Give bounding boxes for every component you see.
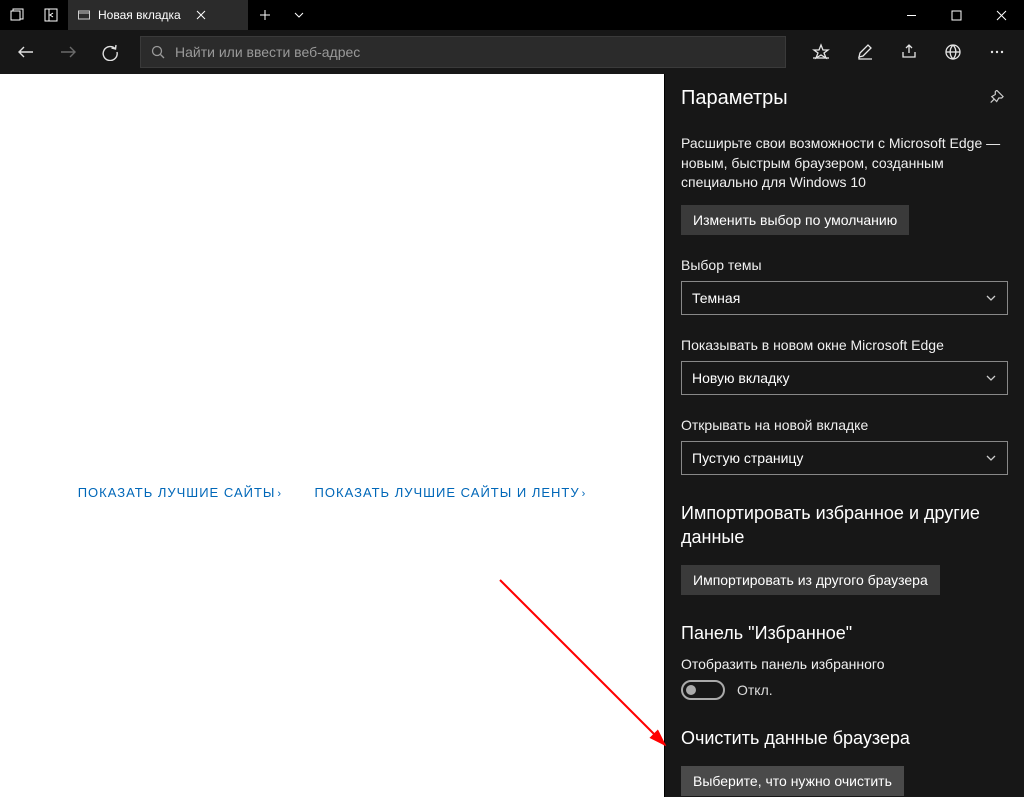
chevron-right-icon: › — [277, 488, 282, 500]
open-with-label: Показывать в новом окне Microsoft Edge — [681, 337, 1008, 353]
toggle-knob — [686, 685, 696, 695]
forward-button[interactable] — [48, 32, 88, 72]
promo-text: Расширьте свои возможности с Microsoft E… — [681, 134, 1008, 193]
refresh-button[interactable] — [90, 32, 130, 72]
favorites-button[interactable] — [800, 32, 842, 72]
new-tab-label: Открывать на новой вкладке — [681, 417, 1008, 433]
tab-close-button[interactable] — [187, 1, 215, 29]
toolbar: Найти или ввести веб-адрес — [0, 30, 1024, 74]
address-bar-placeholder: Найти или ввести веб-адрес — [175, 44, 360, 60]
back-button[interactable] — [6, 32, 46, 72]
browser-tab[interactable]: Новая вкладка — [68, 0, 248, 30]
change-default-browser-button[interactable]: Изменить выбор по умолчанию — [681, 205, 909, 235]
favorites-toggle-label: Отобразить панель избранного — [681, 656, 1008, 672]
address-bar[interactable]: Найти или ввести веб-адрес — [140, 36, 786, 68]
settings-panel: Параметры Расширьте свои возможности с M… — [664, 74, 1024, 797]
panel-title: Параметры — [681, 87, 788, 110]
show-top-sites-link[interactable]: ПОКАЗАТЬ ЛУЧШИЕ САЙТЫ› — [78, 485, 282, 500]
theme-dropdown[interactable]: Темная — [681, 281, 1008, 315]
toggle-state-text: Откл. — [737, 682, 773, 698]
search-icon — [151, 45, 165, 59]
share-button[interactable] — [888, 32, 930, 72]
tabs-overview-button[interactable] — [0, 0, 34, 30]
import-heading: Импортировать избранное и другие данные — [681, 501, 1008, 550]
titlebar: Новая вкладка — [0, 0, 1024, 30]
theme-label: Выбор темы — [681, 257, 1008, 273]
chevron-down-icon — [985, 452, 997, 464]
chevron-down-icon — [985, 292, 997, 304]
new-tab-dropdown[interactable]: Пустую страницу — [681, 441, 1008, 475]
chevron-right-icon: › — [582, 488, 587, 500]
more-button[interactable] — [976, 32, 1018, 72]
new-tab-dropdown-value: Пустую страницу — [692, 450, 803, 466]
notes-button[interactable] — [844, 32, 886, 72]
theme-dropdown-value: Темная — [692, 290, 740, 306]
import-from-browser-button[interactable]: Импортировать из другого браузера — [681, 565, 940, 595]
clear-data-heading: Очистить данные браузера — [681, 726, 1008, 750]
open-with-dropdown[interactable]: Новую вкладку — [681, 361, 1008, 395]
show-top-sites-feed-link[interactable]: ПОКАЗАТЬ ЛУЧШИЕ САЙТЫ И ЛЕНТУ› — [315, 485, 587, 500]
favorites-heading: Панель "Избранное" — [681, 621, 1008, 645]
new-tab-dropdown-button[interactable] — [282, 0, 316, 30]
chevron-down-icon — [985, 372, 997, 384]
hub-button[interactable] — [932, 32, 974, 72]
choose-what-to-clear-button[interactable]: Выберите, что нужно очистить — [681, 766, 904, 796]
set-aside-tabs-button[interactable] — [34, 0, 68, 30]
window-minimize-button[interactable] — [889, 0, 934, 30]
pin-panel-button[interactable] — [982, 84, 1010, 112]
open-with-dropdown-value: Новую вкладку — [692, 370, 790, 386]
window-close-button[interactable] — [979, 0, 1024, 30]
window-maximize-button[interactable] — [934, 0, 979, 30]
new-tab-button[interactable] — [248, 0, 282, 30]
tab-title: Новая вкладка — [98, 8, 181, 22]
tab-favicon-icon — [76, 7, 92, 23]
titlebar-drag-area[interactable] — [316, 0, 889, 30]
favorites-bar-toggle[interactable] — [681, 680, 725, 700]
